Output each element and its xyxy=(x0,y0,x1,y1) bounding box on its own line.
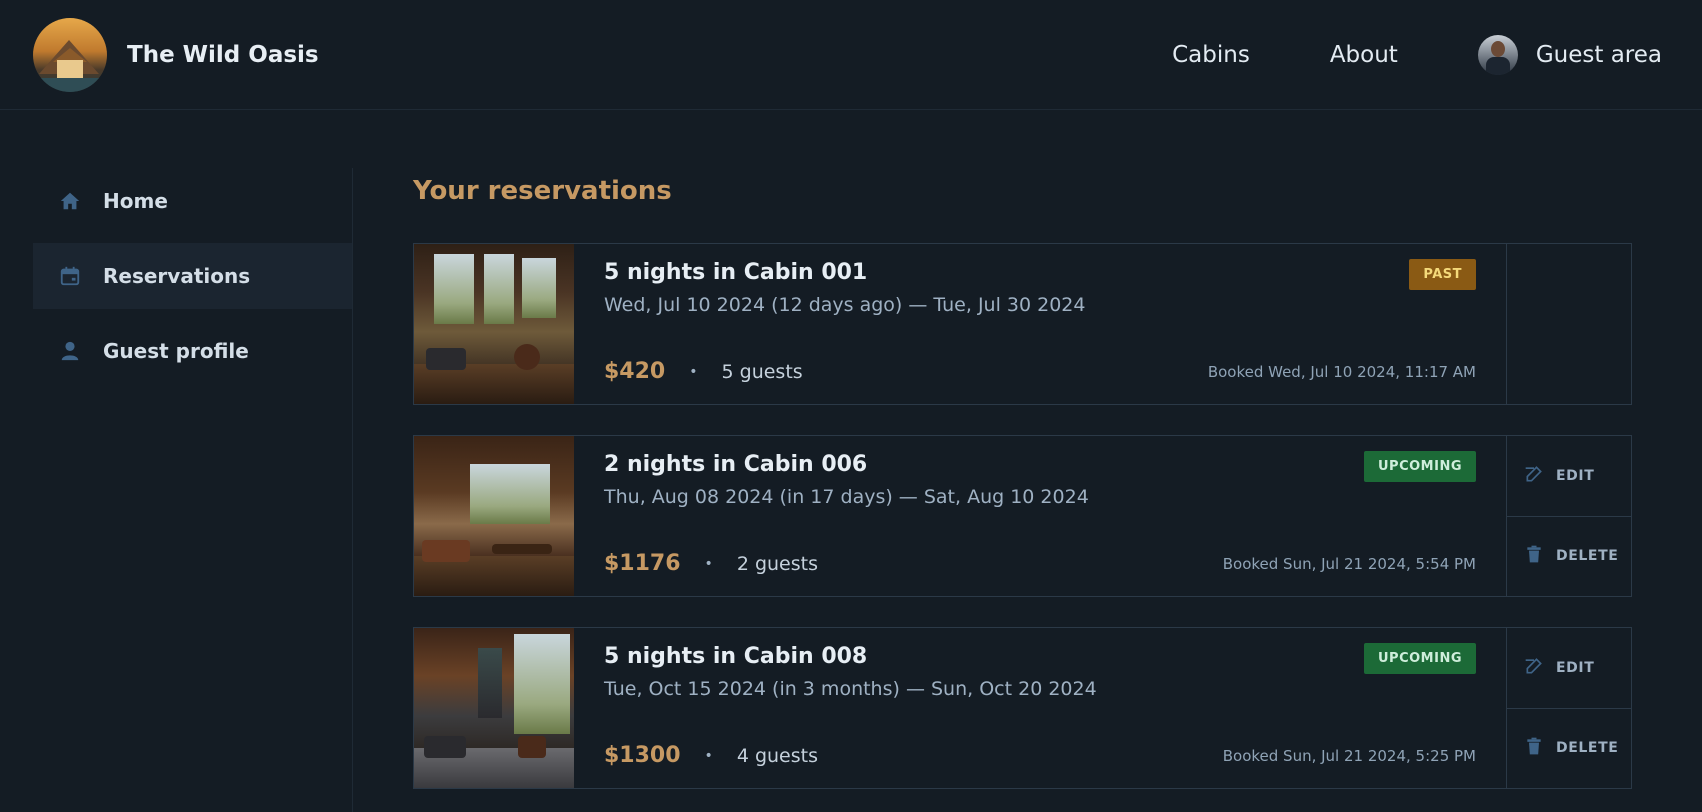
reservation-booked-date: Booked Sun, Jul 21 2024, 5:54 PM xyxy=(1222,554,1476,573)
trash-icon xyxy=(1524,736,1544,760)
delete-label: DELETE xyxy=(1556,548,1619,565)
nav-cabins-link[interactable]: Cabins xyxy=(1172,42,1250,68)
cabin-image xyxy=(414,436,574,596)
calendar-icon xyxy=(59,265,81,287)
reservation-dates: Wed, Jul 10 2024 (12 days ago) — Tue, Ju… xyxy=(604,294,1086,316)
edit-icon xyxy=(1524,464,1544,488)
trash-icon xyxy=(1524,544,1544,568)
delete-button[interactable]: DELETE xyxy=(1507,515,1631,597)
sidebar-item-label: Guest profile xyxy=(103,339,249,363)
reservation-title: 2 nights in Cabin 006 xyxy=(604,452,868,477)
sidebar-item-home[interactable]: Home xyxy=(33,168,352,234)
reservation-card: 5 nights in Cabin 008 Tue, Oct 15 2024 (… xyxy=(413,627,1632,789)
sidebar-item-label: Reservations xyxy=(103,264,251,288)
home-icon xyxy=(59,190,81,212)
app-header: The Wild Oasis Cabins About Guest area xyxy=(0,0,1702,110)
brand-logo-link[interactable]: The Wild Oasis xyxy=(33,17,319,92)
main-nav: Cabins About Guest area xyxy=(1172,34,1662,75)
guest-area-label: Guest area xyxy=(1535,41,1662,68)
main-content: Your reservations 5 nights in Cabin 001 … xyxy=(353,110,1702,812)
edit-label: EDIT xyxy=(1556,659,1595,676)
sidebar: Home Reservations Guest profile xyxy=(0,168,353,812)
edit-button[interactable]: EDIT xyxy=(1507,628,1631,708)
user-icon xyxy=(59,340,81,362)
guest-avatar xyxy=(1477,34,1518,75)
edit-label: EDIT xyxy=(1556,467,1595,484)
separator-dot: • xyxy=(704,747,713,764)
status-badge: UPCOMING xyxy=(1364,451,1476,482)
reservation-dates: Tue, Oct 15 2024 (in 3 months) — Sun, Oc… xyxy=(604,678,1097,700)
reservation-price: $1300 xyxy=(604,743,681,768)
nav-guest-area-link[interactable]: Guest area xyxy=(1477,34,1662,75)
reservation-title: 5 nights in Cabin 008 xyxy=(604,644,868,669)
reservation-actions: EDIT DELETE xyxy=(1506,628,1631,788)
reservation-title: 5 nights in Cabin 001 xyxy=(604,260,868,285)
reservation-booked-date: Booked Sun, Jul 21 2024, 5:25 PM xyxy=(1222,746,1476,765)
delete-button[interactable]: DELETE xyxy=(1507,707,1631,789)
sidebar-item-label: Home xyxy=(103,189,168,213)
cabin-image xyxy=(414,244,574,404)
sidebar-item-guest-profile[interactable]: Guest profile xyxy=(33,318,352,384)
edit-button[interactable]: EDIT xyxy=(1507,436,1631,516)
reservation-guests: 4 guests xyxy=(736,744,818,767)
delete-label: DELETE xyxy=(1556,740,1619,757)
status-badge: UPCOMING xyxy=(1364,643,1476,674)
reservation-actions: EDIT DELETE xyxy=(1506,436,1631,596)
reservation-price: $1176 xyxy=(604,551,681,576)
sidebar-item-reservations[interactable]: Reservations xyxy=(33,243,352,309)
brand-name: The Wild Oasis xyxy=(127,41,319,68)
reservation-booked-date: Booked Wed, Jul 10 2024, 11:17 AM xyxy=(1207,362,1476,381)
logo-image xyxy=(33,17,107,92)
nav-about-link[interactable]: About xyxy=(1330,42,1398,68)
reservation-actions xyxy=(1506,244,1631,404)
separator-dot: • xyxy=(689,363,698,380)
cabin-image xyxy=(414,628,574,788)
reservation-price: $420 xyxy=(604,359,666,384)
reservation-guests: 2 guests xyxy=(736,552,818,575)
status-badge: PAST xyxy=(1409,259,1476,290)
page-title: Your reservations xyxy=(413,176,672,206)
separator-dot: • xyxy=(704,555,713,572)
reservation-card: 5 nights in Cabin 001 Wed, Jul 10 2024 (… xyxy=(413,243,1632,405)
edit-icon xyxy=(1524,656,1544,680)
reservation-card: 2 nights in Cabin 006 Thu, Aug 08 2024 (… xyxy=(413,435,1632,597)
reservation-guests: 5 guests xyxy=(721,360,803,383)
reservation-dates: Thu, Aug 08 2024 (in 17 days) — Sat, Aug… xyxy=(604,486,1089,508)
